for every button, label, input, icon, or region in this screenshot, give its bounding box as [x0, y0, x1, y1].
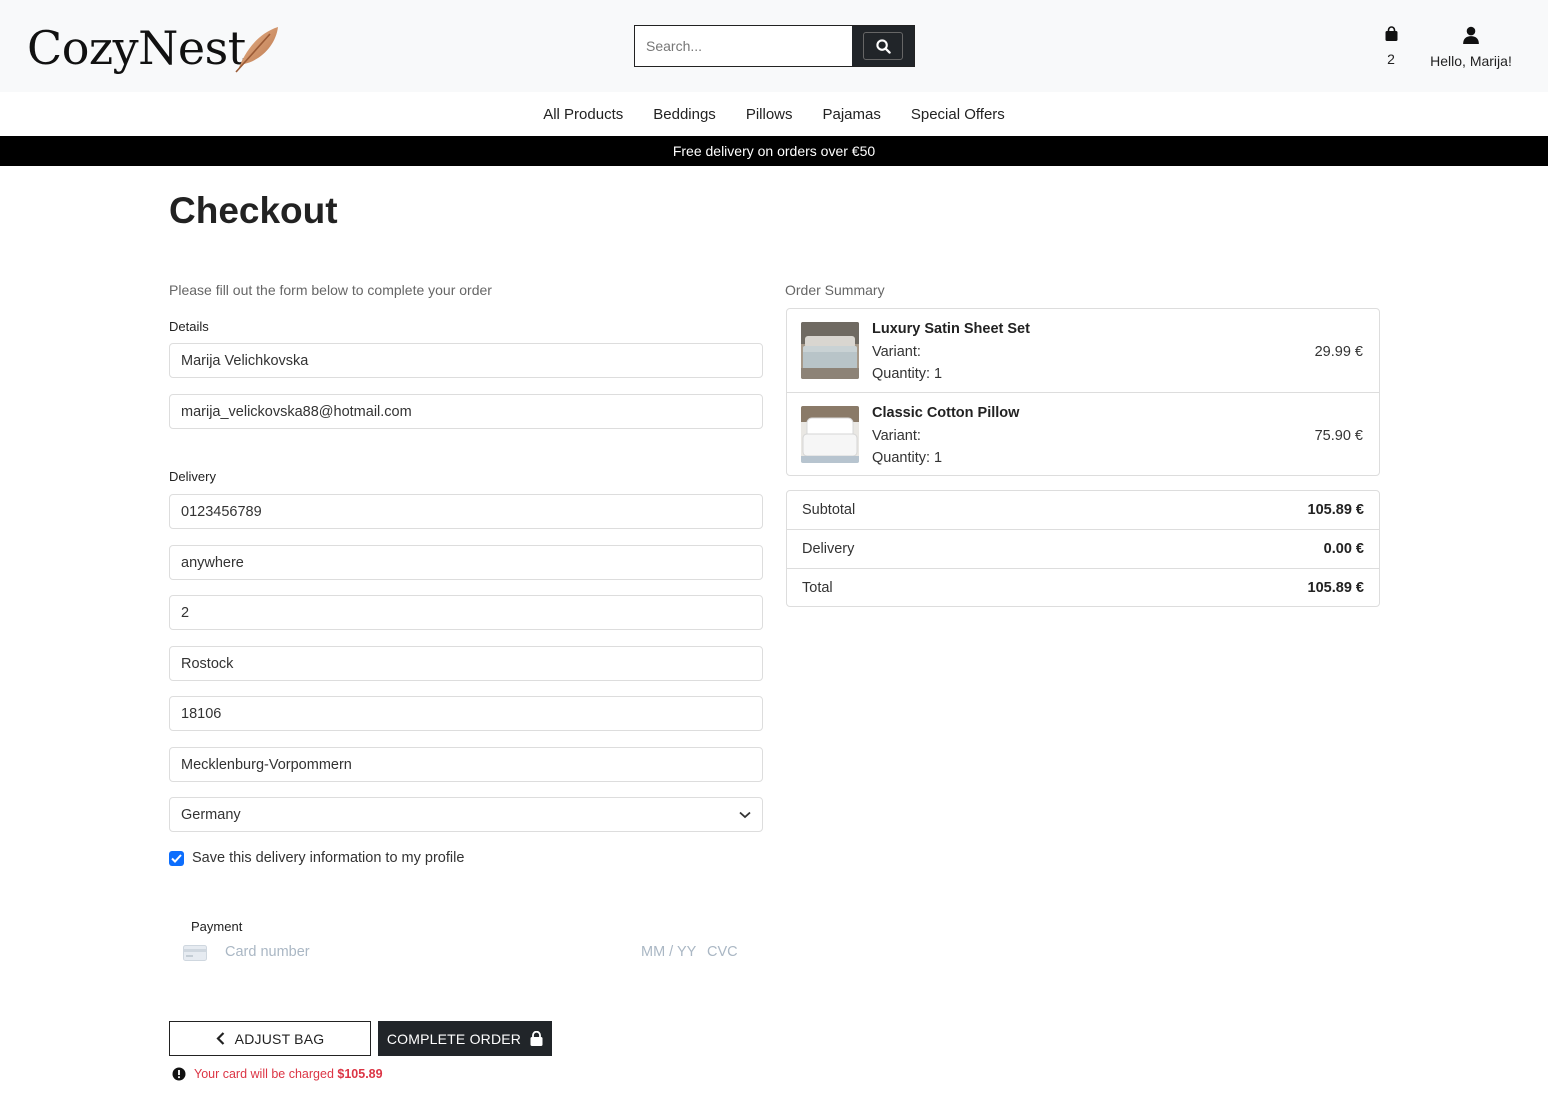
card-cvc-placeholder: CVC: [707, 944, 738, 960]
item-name: Classic Cotton Pillow: [872, 405, 1020, 421]
save-info-checkbox[interactable]: [169, 850, 184, 866]
item-variant: Variant:: [872, 428, 921, 444]
save-info-row: Save this delivery information to my pro…: [169, 850, 464, 866]
county-field[interactable]: Mecklenburg-Vorpommern: [169, 747, 763, 782]
chevron-down-icon: [739, 811, 751, 818]
save-info-label[interactable]: Save this delivery information to my pro…: [192, 850, 464, 866]
lock-icon: [530, 1031, 543, 1046]
search-input[interactable]: [635, 26, 852, 66]
nav-pillows[interactable]: Pillows: [746, 106, 793, 123]
adjust-bag-button[interactable]: ADJUST BAG: [169, 1021, 371, 1056]
subtotal-value: 105.89 €: [1307, 502, 1364, 518]
nav-beddings[interactable]: Beddings: [653, 106, 716, 123]
item-price: 75.90 €: [1314, 428, 1363, 444]
card-element[interactable]: Card number MM / YY CVC: [183, 943, 763, 963]
user-greeting: Hello, Marija!: [1430, 53, 1512, 69]
details-label: Details: [169, 319, 209, 334]
adjust-bag-label: ADJUST BAG: [234, 1030, 325, 1047]
delivery-label: Delivery: [169, 469, 216, 484]
full-name-field[interactable]: Marija Velichkovska: [169, 343, 763, 378]
nav-pajamas[interactable]: Pajamas: [823, 106, 881, 123]
street-address1-field[interactable]: anywhere: [169, 545, 763, 580]
item-name: Luxury Satin Sheet Set: [872, 321, 1030, 337]
user-icon: [1463, 26, 1479, 44]
street-address2-field[interactable]: 2: [169, 595, 763, 630]
credit-card-icon: [183, 945, 207, 961]
delivery-row: Delivery 0.00 €: [787, 529, 1379, 567]
account-menu[interactable]: Hello, Marija!: [1418, 26, 1524, 69]
phone-field[interactable]: 0123456789: [169, 494, 763, 529]
country-select[interactable]: Germany: [169, 797, 763, 832]
country-value: Germany: [181, 806, 241, 823]
card-expiry-placeholder: MM / YY: [641, 944, 697, 960]
item-quantity: Quantity: 1: [872, 366, 943, 382]
check-icon: [171, 853, 182, 863]
nav-all-products[interactable]: All Products: [543, 106, 623, 123]
delivery-cost-value: 0.00 €: [1323, 540, 1364, 557]
order-item: Luxury Satin Sheet Set Variant: Quantity…: [787, 309, 1379, 392]
search-icon: [875, 38, 891, 54]
search-button-frame: [863, 32, 903, 60]
total-row: Total 105.89 €: [787, 568, 1379, 606]
payment-label: Payment: [191, 919, 243, 934]
charge-amount: $105.89: [337, 1067, 383, 1081]
complete-order-button[interactable]: COMPLETE ORDER: [378, 1021, 552, 1056]
order-totals: Subtotal 105.89 € Delivery 0.00 € Total …: [786, 490, 1380, 607]
charge-text: Your card will be charged: [194, 1067, 334, 1081]
order-item: Classic Cotton Pillow Variant: Quantity:…: [787, 392, 1379, 475]
bag-count: 2: [1387, 51, 1395, 67]
email-field[interactable]: marija_velickovska88@hotmail.com: [169, 394, 763, 429]
order-summary-title: Order Summary: [785, 282, 885, 298]
order-items: Luxury Satin Sheet Set Variant: Quantity…: [786, 308, 1380, 476]
shopping-bag-link[interactable]: 2: [1376, 26, 1406, 67]
delivery-banner: Free delivery on orders over €50: [0, 136, 1548, 166]
item-quantity: Quantity: 1: [872, 450, 943, 466]
delivery-cost-label: Delivery: [802, 540, 855, 557]
search-button[interactable]: [852, 26, 914, 66]
main-nav: All Products Beddings Pillows Pajamas Sp…: [0, 92, 1548, 136]
item-price: 29.99 €: [1314, 344, 1363, 360]
item-variant: Variant:: [872, 344, 921, 360]
nav-special-offers[interactable]: Special Offers: [911, 106, 1005, 123]
chevron-left-icon: [216, 1032, 224, 1045]
product-image-sheet-set[interactable]: [801, 322, 859, 379]
total-value: 105.89 €: [1307, 579, 1364, 596]
form-intro: Please fill out the form below to comple…: [169, 282, 492, 298]
page-title: Checkout: [169, 190, 338, 231]
total-label: Total: [802, 579, 833, 596]
postcode-field[interactable]: 18106: [169, 696, 763, 731]
brand-logo[interactable]: CozyNest: [27, 20, 246, 76]
card-number-placeholder: Card number: [225, 944, 310, 960]
town-field[interactable]: Rostock: [169, 646, 763, 681]
charge-notice: Your card will be charged $105.89: [172, 1067, 383, 1081]
product-image-cotton-pillow[interactable]: [801, 406, 859, 463]
shopping-bag-icon: [1385, 26, 1397, 41]
exclamation-circle-icon: [172, 1067, 186, 1081]
feather-logo-icon: [235, 27, 278, 73]
subtotal-label: Subtotal: [802, 502, 856, 518]
subtotal-row: Subtotal 105.89 €: [787, 491, 1379, 529]
header: CozyNest 2 Hello, Marija!: [0, 0, 1548, 92]
search-bar: [634, 25, 915, 67]
complete-order-label: COMPLETE ORDER: [386, 1030, 522, 1047]
